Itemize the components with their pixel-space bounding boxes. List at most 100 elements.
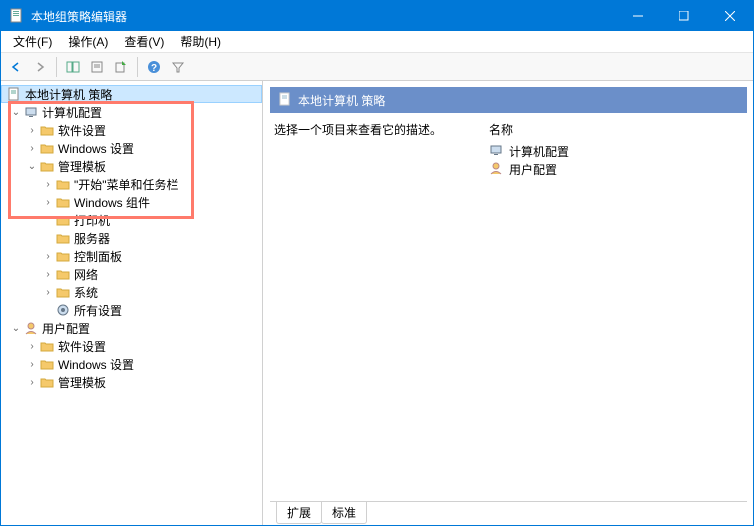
user-icon (23, 320, 39, 336)
chevron-right-icon[interactable]: › (41, 267, 55, 281)
close-button[interactable] (707, 1, 753, 31)
tree-label: Windows 设置 (58, 356, 134, 373)
description-column: 选择一个项目来查看它的描述。 (270, 117, 485, 501)
tree-admin-templates[interactable]: ⌄ 管理模板 (1, 157, 262, 175)
svg-text:?: ? (151, 63, 157, 74)
folder-icon (39, 158, 55, 174)
folder-icon (39, 374, 55, 390)
forward-button[interactable] (29, 56, 51, 78)
list-item-label: 用户配置 (509, 161, 557, 178)
tree-label: 用户配置 (42, 320, 90, 337)
chevron-right-icon[interactable]: › (41, 195, 55, 209)
properties-button[interactable] (86, 56, 108, 78)
folder-icon (55, 212, 71, 228)
menu-view[interactable]: 查看(V) (116, 30, 172, 53)
tree-label: 软件设置 (58, 338, 106, 355)
tree-windows-components[interactable]: › Windows 组件 (1, 193, 262, 211)
tree-label: 网络 (74, 266, 98, 283)
maximize-button[interactable] (661, 1, 707, 31)
chevron-right-icon[interactable]: › (41, 285, 55, 299)
folder-icon (55, 176, 71, 192)
window-title: 本地组策略编辑器 (31, 8, 615, 25)
chevron-right-icon[interactable]: › (41, 177, 55, 191)
export-button[interactable] (110, 56, 132, 78)
chevron-right-icon[interactable]: › (25, 339, 39, 353)
toolbar-separator (56, 57, 57, 77)
folder-icon (39, 356, 55, 372)
tree-label: Windows 设置 (58, 140, 134, 157)
list-item-user-config[interactable]: 用户配置 (489, 160, 743, 178)
tree-software-settings[interactable]: › 软件设置 (1, 121, 262, 139)
tree-start-taskbar[interactable]: › "开始"菜单和任务栏 (1, 175, 262, 193)
column-header-name[interactable]: 名称 (489, 121, 743, 138)
chevron-right-icon[interactable]: › (41, 249, 55, 263)
tree-panel[interactable]: 本地计算机 策略 ⌄ 计算机配置 › 软件设置 › Windows 设置 ⌄ 管… (1, 81, 263, 525)
menu-help[interactable]: 帮助(H) (172, 30, 229, 53)
tree-label: Windows 组件 (74, 194, 150, 211)
tree-label: 管理模板 (58, 374, 106, 391)
tree-label: 管理模板 (58, 158, 106, 175)
tree-server[interactable]: 服务器 (1, 229, 262, 247)
tree-user-config[interactable]: ⌄ 用户配置 (1, 319, 262, 337)
user-icon (489, 161, 505, 177)
menu-action[interactable]: 操作(A) (60, 30, 116, 53)
tree-root[interactable]: 本地计算机 策略 (1, 85, 262, 103)
list-item-computer-config[interactable]: 计算机配置 (489, 142, 743, 160)
content-area: 本地计算机 策略 ⌄ 计算机配置 › 软件设置 › Windows 设置 ⌄ 管… (1, 81, 753, 525)
tree-network[interactable]: › 网络 (1, 265, 262, 283)
tree-label: 软件设置 (58, 122, 106, 139)
folder-icon (39, 140, 55, 156)
folder-icon (39, 122, 55, 138)
settings-icon (55, 302, 71, 318)
chevron-down-icon[interactable]: ⌄ (25, 159, 39, 173)
list-item-label: 计算机配置 (509, 143, 569, 160)
policy-icon (278, 92, 292, 109)
tree-label: 打印机 (74, 212, 110, 229)
chevron-right-icon[interactable]: › (25, 357, 39, 371)
back-button[interactable] (5, 56, 27, 78)
tree-printers[interactable]: 打印机 (1, 211, 262, 229)
description-text: 选择一个项目来查看它的描述。 (274, 121, 481, 138)
toolbar-separator (137, 57, 138, 77)
folder-icon (55, 230, 71, 246)
chevron-right-icon[interactable]: › (25, 123, 39, 137)
tab-standard[interactable]: 标准 (321, 502, 367, 524)
folder-icon (39, 338, 55, 354)
tab-extended[interactable]: 扩展 (276, 502, 322, 524)
tree-computer-config[interactable]: ⌄ 计算机配置 (1, 103, 262, 121)
folder-icon (55, 194, 71, 210)
tree-label: 控制面板 (74, 248, 122, 265)
tree-user-software[interactable]: › 软件设置 (1, 337, 262, 355)
chevron-right-icon[interactable]: › (25, 141, 39, 155)
menubar: 文件(F) 操作(A) 查看(V) 帮助(H) (1, 31, 753, 53)
help-button[interactable]: ? (143, 56, 165, 78)
app-icon (9, 8, 25, 24)
titlebar: 本地组策略编辑器 (1, 1, 753, 31)
chevron-down-icon[interactable]: ⌄ (9, 321, 23, 335)
show-hide-tree-button[interactable] (62, 56, 84, 78)
tree-windows-settings[interactable]: › Windows 设置 (1, 139, 262, 157)
toolbar: ? (1, 53, 753, 81)
folder-icon (55, 284, 71, 300)
tree-user-windows[interactable]: › Windows 设置 (1, 355, 262, 373)
chevron-down-icon[interactable]: ⌄ (9, 105, 23, 119)
tree-all-settings[interactable]: 所有设置 (1, 301, 262, 319)
folder-icon (55, 248, 71, 264)
view-tabs: 扩展 标准 (270, 501, 747, 525)
tree-control-panel[interactable]: › 控制面板 (1, 247, 262, 265)
minimize-button[interactable] (615, 1, 661, 31)
policy-icon (6, 86, 22, 102)
detail-header: 本地计算机 策略 (270, 87, 747, 113)
tree-label: "开始"菜单和任务栏 (74, 176, 179, 193)
chevron-right-icon[interactable]: › (25, 375, 39, 389)
list-column: 名称 计算机配置 用户配置 (485, 117, 747, 501)
computer-icon (23, 104, 39, 120)
filter-button[interactable] (167, 56, 189, 78)
tree-user-admin[interactable]: › 管理模板 (1, 373, 262, 391)
menu-file[interactable]: 文件(F) (5, 30, 60, 53)
detail-header-title: 本地计算机 策略 (298, 92, 385, 109)
tree-label: 系统 (74, 284, 98, 301)
folder-icon (55, 266, 71, 282)
tree-system[interactable]: › 系统 (1, 283, 262, 301)
tree-label: 所有设置 (74, 302, 122, 319)
